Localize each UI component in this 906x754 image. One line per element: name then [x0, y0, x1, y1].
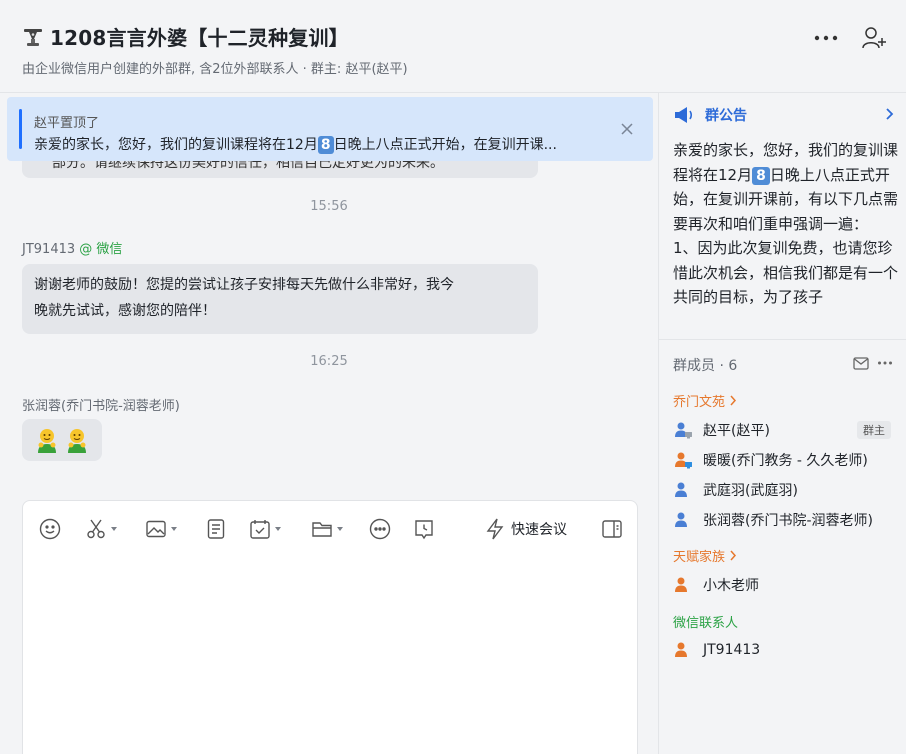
more-icon[interactable] — [877, 357, 893, 369]
more-options-button[interactable] — [812, 24, 840, 52]
chevron-right-icon — [730, 395, 737, 406]
pinned-text-a: 亲爱的家长，您好，我们的复训课程将在12月 — [34, 137, 318, 153]
member-name: 张润蓉(乔门书院-润蓉老师) — [703, 513, 873, 529]
quick-meeting-button[interactable]: 快速会议 — [485, 513, 567, 545]
chevron-down-icon — [275, 527, 281, 531]
message-composer[interactable]: 快速会议 — [22, 500, 638, 754]
mail-icon[interactable] — [853, 357, 869, 370]
pinned-by-label: 赵平置顶了 — [34, 116, 100, 131]
member-item[interactable]: 小木老师 — [673, 573, 895, 597]
toggle-sidebar-button[interactable] — [601, 513, 623, 545]
applause-emoji-icon — [68, 429, 86, 453]
message-bubble[interactable]: 谢谢老师的鼓励！您提的尝试让孩子安排每天先做什么非常好，我今 晚就先试试，感谢您… — [22, 264, 538, 334]
more-circle-icon — [369, 518, 391, 540]
member-group-label[interactable]: 乔门文苑 — [673, 391, 737, 410]
folder-icon — [312, 522, 332, 537]
chevron-right-icon — [886, 108, 894, 120]
member-item[interactable]: 暖暖(乔门教务 - 久久老师) — [673, 448, 895, 472]
member-group-label[interactable]: 天赋家族 — [673, 546, 737, 565]
member-item[interactable]: JT91413 — [673, 638, 895, 662]
pinned-accent-bar — [19, 109, 22, 149]
applause-emoji-icon — [38, 429, 56, 453]
chat-area: 赵平置顶了 亲爱的家长，您好，我们的复训课程将在12月 8 日晚上八点正式开始，在复… — [0, 92, 658, 754]
chevron-down-icon — [111, 527, 117, 531]
more-tools-button[interactable] — [369, 513, 391, 545]
schedule-button[interactable] — [249, 513, 281, 545]
smiley-icon — [39, 518, 61, 540]
scissors-icon — [87, 519, 105, 539]
more-icon — [814, 35, 838, 41]
history-button[interactable] — [413, 513, 435, 545]
group-info: 由企业微信用户创建的外部群, 含2位外部联系人 · 群主: 赵平(赵平) — [22, 62, 408, 77]
group-label-text: 乔门文苑 — [673, 395, 726, 410]
number-badge: 8 — [752, 166, 770, 185]
page-title: 1208言言外婆【十二灵种复训】 — [50, 26, 349, 50]
file-button[interactable] — [311, 513, 343, 545]
timestamp: 15:56 — [310, 199, 348, 214]
pinned-message-banner[interactable]: 赵平置顶了 亲爱的家长，您好，我们的复训课程将在12月 8 日晚上八点正式开始，在复… — [7, 97, 653, 161]
user-icon — [675, 642, 687, 657]
chevron-down-icon — [337, 527, 343, 531]
lightning-icon — [486, 518, 504, 540]
member-item[interactable]: 武庭羽(武庭羽) — [673, 478, 895, 502]
user-computer-icon — [675, 452, 692, 469]
member-name: 赵平(赵平) — [703, 423, 770, 439]
number-badge: 8 — [317, 136, 334, 154]
chevron-down-icon — [171, 527, 177, 531]
announcement-body: 亲爱的家长，您好，我们的复训课程将在12月 8 日晚上八点正式开始，在复训开课前，有… — [673, 138, 899, 324]
announcement-header[interactable]: 群公告 — [673, 103, 895, 127]
close-pinned-icon[interactable] — [619, 121, 635, 137]
member-name: 小木老师 — [703, 578, 759, 594]
member-name: 暖暖(乔门教务 - 久久老师) — [703, 453, 868, 469]
user-icon — [675, 512, 687, 527]
document-icon — [207, 519, 225, 539]
pinned-text-b: 日晚上八点正式开始，在复训开课... — [333, 137, 557, 153]
owner-badge: 群主 — [857, 421, 891, 439]
members-title: 群成员 · 6 — [673, 358, 738, 374]
member-name: 武庭羽(武庭羽) — [703, 483, 798, 499]
clock-bubble-icon — [415, 520, 433, 540]
group-label-text: 天赋家族 — [673, 550, 726, 565]
add-member-button[interactable] — [860, 24, 888, 52]
message-sender: JT91413 @ 微信 — [22, 238, 122, 257]
document-button[interactable] — [205, 513, 227, 545]
add-user-icon — [862, 27, 886, 49]
sidebar-toggle-icon — [602, 520, 622, 538]
sender-source-tag: @ 微信 — [79, 242, 123, 257]
timestamp: 16:25 — [310, 354, 348, 369]
image-icon — [146, 520, 166, 538]
member-name: JT91413 — [703, 642, 761, 658]
quick-meeting-label: 快速会议 — [511, 522, 567, 538]
announcement-text-c: 1、因为此次复训免费，也请您珍惜此次机会，相信我们都是有一个共同的目标，为了孩子 — [673, 239, 899, 306]
member-group-label: 微信联系人 — [673, 612, 738, 631]
image-button[interactable] — [145, 513, 177, 545]
composer-toolbar: 快速会议 — [23, 513, 639, 545]
user-computer-icon — [675, 422, 692, 439]
member-item[interactable]: 张润蓉(乔门书院-润蓉老师) — [673, 508, 895, 532]
group-label-text: 微信联系人 — [673, 616, 739, 631]
group-info-panel: 群公告 亲爱的家长，您好，我们的复训课程将在12月 8 日晚上八点正式开始，在复训开… — [658, 92, 906, 754]
calendar-check-icon — [250, 520, 270, 539]
emoji-button[interactable] — [39, 513, 61, 545]
pinned-text: 亲爱的家长，您好，我们的复训课程将在12月 8 日晚上八点正式开始，在复训开课... — [34, 134, 604, 154]
title-row: 1208言言外婆【十二灵种复训】 — [22, 22, 349, 51]
chat-header: 1208言言外婆【十二灵种复训】 由企业微信用户创建的外部群, 含2位外部联系人… — [0, 0, 906, 92]
divider — [659, 339, 906, 340]
screenshot-button[interactable] — [85, 513, 117, 545]
user-icon — [675, 482, 687, 497]
message-line: 晚就先试试，感谢您的陪伴！ — [34, 303, 216, 319]
message-line: 谢谢老师的鼓励！您提的尝试让孩子安排每天先做什么非常好，我今 — [34, 277, 454, 293]
megaphone-icon — [675, 107, 693, 123]
sender-name: JT91413 — [22, 242, 76, 257]
group-avatar-icon — [24, 28, 42, 46]
member-item[interactable]: 赵平(赵平) 群主 — [673, 418, 895, 442]
message-sender: 张润蓉(乔门书院-润蓉老师) — [22, 399, 180, 414]
announcement-title: 群公告 — [705, 108, 747, 124]
emoji-message-bubble[interactable] — [22, 419, 102, 461]
chevron-right-icon — [730, 550, 737, 561]
user-icon — [675, 577, 687, 592]
